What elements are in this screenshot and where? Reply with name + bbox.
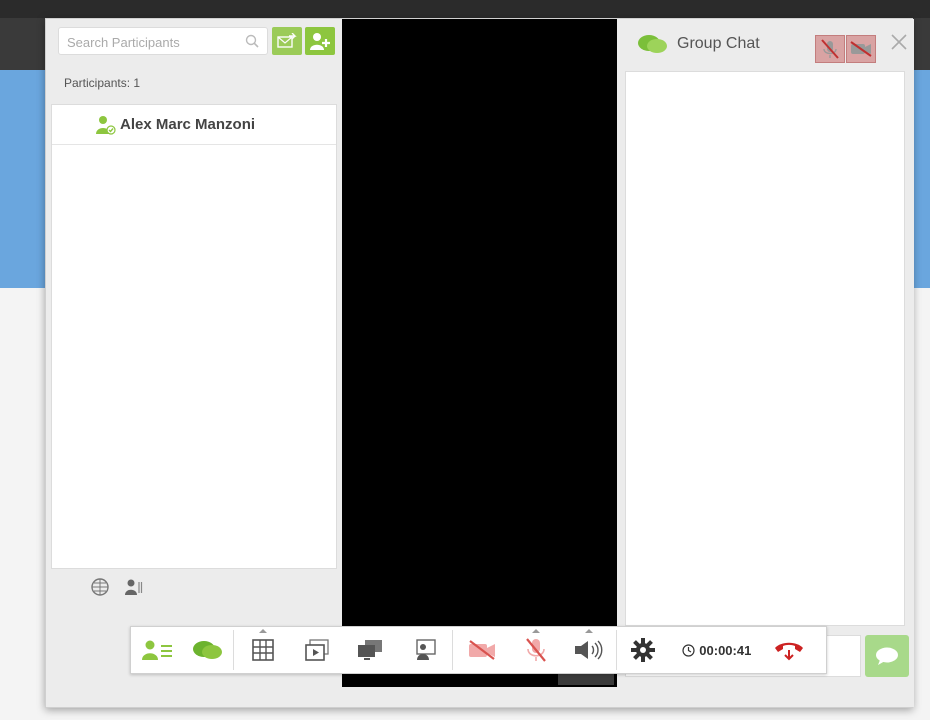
slideshow-button[interactable] [291,627,342,673]
screen-share-button[interactable] [342,627,397,673]
add-participant-button[interactable] [305,27,335,55]
clock-icon [682,643,695,657]
camera-off-icon [468,640,495,660]
chat-camera-off-button[interactable] [846,35,876,63]
chevron-up-icon [584,629,593,633]
speaker-button[interactable] [561,627,616,673]
camera-toggle-button[interactable] [453,627,510,673]
chat-icon [192,641,222,659]
mic-off-icon [821,39,839,59]
chat-mic-muted-button[interactable] [815,35,845,63]
mic-off-icon [525,638,546,662]
search-box[interactable] [58,27,268,55]
presenter-icon [415,639,436,660]
participants-icon [141,640,172,660]
presenter-button[interactable] [397,627,452,673]
add-user-icon [310,33,330,50]
call-timer: 00:00:41 [682,643,751,658]
call-toolbar: 00:00:41 [130,626,827,674]
participants-toggle-button[interactable] [131,627,182,673]
hangup-icon [774,642,803,661]
participants-list: Alex Marc Manzoni [51,104,337,569]
chat-send-button[interactable] [865,635,909,677]
group-chat-panel: Group Chat [617,19,914,707]
participant-row[interactable]: Alex Marc Manzoni [52,105,336,145]
mic-toggle-button[interactable] [510,627,561,673]
search-icon[interactable] [245,34,259,48]
video-stream-area [342,19,617,687]
chat-toggle-button[interactable] [182,627,233,673]
settings-icon [630,638,655,662]
participants-footer [90,577,144,597]
chevron-up-icon [258,629,267,633]
call-timer-value: 00:00:41 [699,642,752,658]
camera-off-icon [850,41,872,57]
envelope-arrow-icon [277,33,297,48]
close-icon[interactable] [890,33,908,51]
desktop-top-bar [0,0,930,18]
chat-title: Group Chat [677,35,760,52]
user-list-icon[interactable] [124,577,144,597]
grid-globe-icon[interactable] [90,577,110,597]
grid-layout-button[interactable] [234,627,291,673]
chat-header: Group Chat [637,33,760,55]
chevron-up-icon [531,629,540,633]
settings-button[interactable] [617,627,668,673]
speaker-icon [574,640,603,660]
search-participants-input[interactable] [67,32,237,52]
chat-bubbles-icon [638,35,667,53]
grid-layout-icon [251,639,274,661]
user-check-icon [96,115,116,135]
participant-name: Alex Marc Manzoni [120,116,256,133]
invite-email-button[interactable] [272,27,302,55]
speech-bubble-icon [876,647,898,665]
hangup-button[interactable] [751,627,826,673]
video-call-window: Participants: 1 Alex Marc Manzoni [45,18,914,708]
chat-messages-area [625,71,905,626]
participants-count-label: Participants: 1 [64,76,141,90]
screen-share-icon [357,640,382,660]
participants-panel: Participants: 1 Alex Marc Manzoni [46,19,342,707]
slideshow-icon [304,639,329,661]
